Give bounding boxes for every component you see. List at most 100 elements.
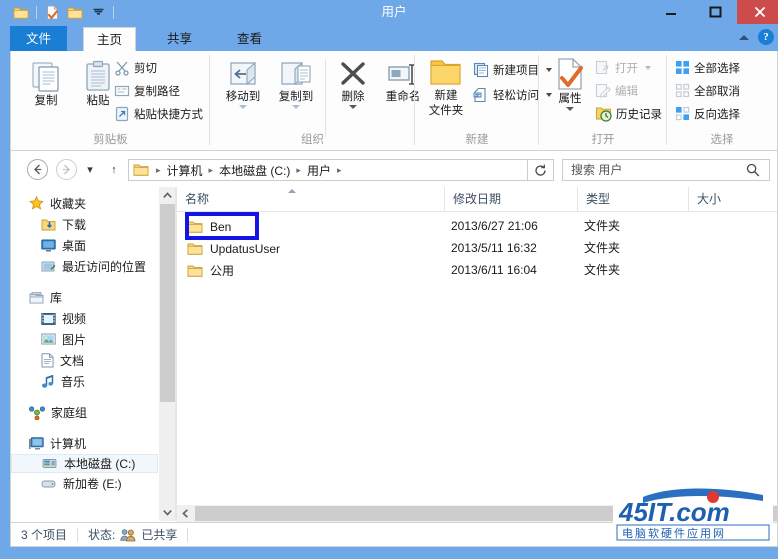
move-to-dropdown-icon[interactable] xyxy=(239,105,247,109)
tab-view[interactable]: 查看 xyxy=(224,27,275,52)
forward-button[interactable] xyxy=(56,159,77,180)
table-row[interactable]: UpdatusUser 2013/5/11 16:32 文件夹 xyxy=(177,238,777,259)
video-icon xyxy=(41,312,56,326)
file-name-cell[interactable]: UpdatusUser xyxy=(187,238,280,259)
sidebar-item-new-volume-e[interactable]: 新加卷 (E:) xyxy=(11,473,158,494)
paste-shortcut-label: 粘贴快捷方式 xyxy=(134,108,203,121)
properties-dropdown-icon[interactable] xyxy=(566,107,574,111)
tab-share[interactable]: 共享 xyxy=(154,27,205,52)
sidebar-item-pictures[interactable]: 图片 xyxy=(11,329,158,350)
open-button[interactable]: 打开 xyxy=(595,57,651,78)
chevron-down-icon[interactable] xyxy=(88,3,108,23)
documents-icon xyxy=(41,353,54,368)
properties-check-icon xyxy=(553,57,587,91)
delete-button[interactable]: 删除 xyxy=(326,59,380,109)
ribbon-group-label-organize: 组织 xyxy=(301,134,324,146)
column-date-modified[interactable]: 修改日期 xyxy=(444,187,577,211)
library-icon xyxy=(29,291,44,305)
new-folder-button[interactable]: 新建 文件夹 xyxy=(419,56,473,118)
sidebar-item-downloads[interactable]: 下载 xyxy=(11,214,158,235)
ribbon-group-label-open: 打开 xyxy=(591,134,615,146)
music-icon xyxy=(41,374,55,389)
invert-selection-button[interactable]: 反向选择 xyxy=(675,103,740,124)
column-type[interactable]: 类型 xyxy=(577,187,688,211)
move-to-button[interactable]: 移动到 xyxy=(216,59,270,109)
help-icon[interactable]: ? xyxy=(758,29,774,45)
copy-path-button[interactable]: 复制路径 xyxy=(114,80,180,101)
edit-pencil-icon xyxy=(595,83,611,99)
select-all-icon xyxy=(675,60,690,75)
history-button[interactable]: 历史记录 xyxy=(595,103,662,124)
breadcrumb-item-users[interactable]: 用户 xyxy=(305,162,333,179)
favorites-root[interactable]: 收藏夹 xyxy=(11,193,158,214)
refresh-button[interactable] xyxy=(528,159,554,181)
libraries-root[interactable]: 库 xyxy=(11,287,158,308)
delete-dropdown-icon[interactable] xyxy=(349,105,357,109)
tab-file[interactable]: 文件 xyxy=(10,26,68,52)
status-divider xyxy=(77,527,79,542)
scrollbar-thumb[interactable] xyxy=(160,204,175,402)
breadcrumb-separator-3[interactable]: ▸ xyxy=(333,165,346,176)
shared-users-icon xyxy=(120,528,136,542)
breadcrumb-separator-1[interactable]: ▸ xyxy=(205,165,218,176)
scroll-down-icon[interactable] xyxy=(159,504,176,521)
table-row[interactable]: 公用 2013/6/11 16:04 文件夹 xyxy=(177,260,777,281)
easy-access-label: 轻松访问 xyxy=(493,89,539,102)
computer-root[interactable]: 计算机 xyxy=(11,433,158,454)
sidebar-item-local-disk-c[interactable]: 本地磁盘 (C:) xyxy=(11,454,158,473)
copy-to-dropdown-icon[interactable] xyxy=(292,105,300,109)
search-input[interactable] xyxy=(563,162,746,178)
edit-button[interactable]: 编辑 xyxy=(595,80,638,101)
breadcrumb-separator-0[interactable]: ▸ xyxy=(152,165,165,176)
cut-button[interactable]: 剪切 xyxy=(114,57,157,78)
file-list-horizontal-scrollbar[interactable] xyxy=(177,505,777,522)
search-box[interactable] xyxy=(562,159,770,181)
maximize-button[interactable] xyxy=(693,0,737,24)
invert-selection-label: 反向选择 xyxy=(694,108,740,121)
scroll-up-icon[interactable] xyxy=(159,187,176,204)
back-button[interactable] xyxy=(27,159,48,180)
new-folder-icon xyxy=(428,56,464,88)
up-button[interactable]: ↑ xyxy=(105,159,123,180)
breadcrumb[interactable]: ▸ 计算机 ▸ 本地磁盘 (C:) ▸ 用户 ▸ xyxy=(128,159,528,181)
navigation-pane-scrollbar[interactable] xyxy=(158,187,176,521)
copy-to-button[interactable]: 复制到 xyxy=(269,59,323,109)
file-name-cell[interactable]: Ben xyxy=(187,216,231,237)
properties-button[interactable]: 属性 xyxy=(543,57,597,111)
chevron-up-icon[interactable] xyxy=(739,34,749,40)
breadcrumb-item-local-disk[interactable]: 本地磁盘 (C:) xyxy=(217,162,292,179)
column-size[interactable]: 大小 xyxy=(688,187,777,211)
tab-home[interactable]: 主页 xyxy=(83,27,137,52)
close-button[interactable] xyxy=(737,0,778,24)
table-row[interactable]: Ben 2013/6/27 21:06 文件夹 xyxy=(177,216,777,237)
breadcrumb-separator-2[interactable]: ▸ xyxy=(292,165,305,176)
minimize-button[interactable] xyxy=(649,0,693,24)
status-shared: 状态: 已共享 xyxy=(88,526,177,543)
sidebar-item-recent-places[interactable]: 最近访问的位置 xyxy=(11,256,158,277)
paste-label: 粘贴 xyxy=(86,95,110,107)
recent-locations-button[interactable]: ▾ xyxy=(81,159,99,180)
column-name[interactable]: 名称 xyxy=(177,187,444,211)
scroll-left-icon[interactable] xyxy=(177,505,194,522)
homegroup-root[interactable]: 家庭组 xyxy=(11,402,158,423)
paste-shortcut-button[interactable]: 粘贴快捷方式 xyxy=(114,103,203,124)
file-name-cell[interactable]: 公用 xyxy=(187,260,234,281)
sidebar-item-desktop[interactable]: 桌面 xyxy=(11,235,158,256)
open-dropdown-icon[interactable] xyxy=(645,65,651,70)
sidebar-item-music[interactable]: 音乐 xyxy=(11,371,158,392)
select-none-button[interactable]: 全部取消 xyxy=(675,80,740,101)
properties-icon[interactable] xyxy=(42,3,62,23)
open-icon xyxy=(595,60,611,76)
breadcrumb-item-computer[interactable]: 计算机 xyxy=(165,162,205,179)
file-date-cell: 2013/6/11 16:04 xyxy=(451,263,537,277)
copy-path-label: 复制路径 xyxy=(134,85,180,98)
sidebar-item-documents[interactable]: 文档 xyxy=(11,350,158,371)
sidebar-item-videos[interactable]: 视频 xyxy=(11,308,158,329)
search-icon[interactable] xyxy=(746,163,760,177)
new-folder-icon[interactable] xyxy=(65,3,85,23)
copy-button[interactable]: 复制 xyxy=(19,59,73,108)
folder-icon[interactable] xyxy=(11,3,31,23)
invert-selection-icon xyxy=(675,106,690,121)
hscrollbar-thumb[interactable] xyxy=(195,506,777,521)
select-all-button[interactable]: 全部选择 xyxy=(675,57,740,78)
